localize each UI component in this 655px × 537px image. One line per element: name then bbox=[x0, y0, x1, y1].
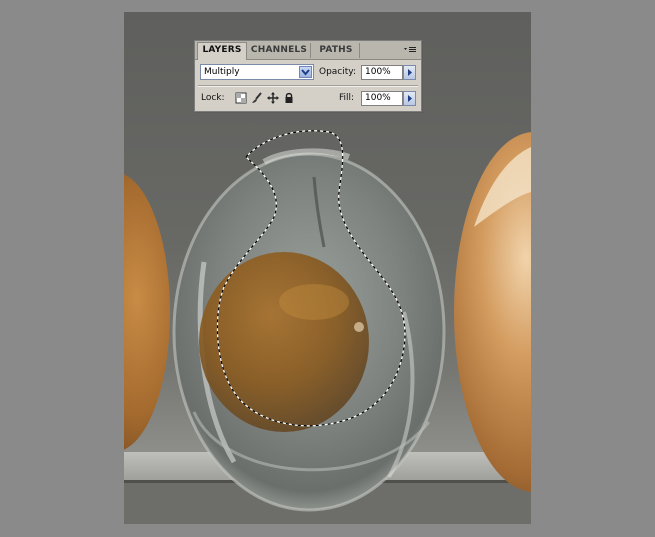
layers-panel: LAYERS CHANNELS PATHS Multiply Opacity: bbox=[194, 40, 422, 112]
fill-label: Fill: bbox=[339, 93, 355, 103]
opacity-slider-arrow-icon[interactable] bbox=[403, 65, 416, 80]
fill-slider-arrow-icon[interactable] bbox=[403, 91, 416, 106]
panel-menu-icon[interactable] bbox=[403, 44, 417, 56]
opacity-field[interactable]: 100% bbox=[361, 65, 403, 80]
panel-tab-bar: LAYERS CHANNELS PATHS bbox=[195, 41, 421, 60]
opacity-label: Opacity: bbox=[319, 67, 356, 77]
lock-label: Lock: bbox=[201, 93, 225, 103]
chevron-down-icon[interactable] bbox=[299, 66, 312, 78]
lock-all-icon[interactable] bbox=[283, 92, 295, 104]
lock-position-icon[interactable] bbox=[267, 92, 279, 104]
tab-layers[interactable]: LAYERS bbox=[197, 42, 247, 60]
panel-divider bbox=[198, 85, 418, 87]
blend-row: Multiply Opacity: 100% bbox=[195, 62, 421, 84]
lock-transparent-pixels-icon[interactable] bbox=[235, 92, 247, 104]
lock-image-pixels-icon[interactable] bbox=[251, 92, 263, 104]
tab-paths[interactable]: PATHS bbox=[313, 43, 360, 58]
fill-field[interactable]: 100% bbox=[361, 91, 403, 106]
blend-mode-value: Multiply bbox=[204, 67, 240, 77]
blend-mode-select[interactable]: Multiply bbox=[200, 64, 314, 80]
photoshop-workspace: LAYERS CHANNELS PATHS Multiply Opacity: bbox=[0, 0, 655, 537]
tab-channels[interactable]: CHANNELS bbox=[248, 43, 311, 58]
